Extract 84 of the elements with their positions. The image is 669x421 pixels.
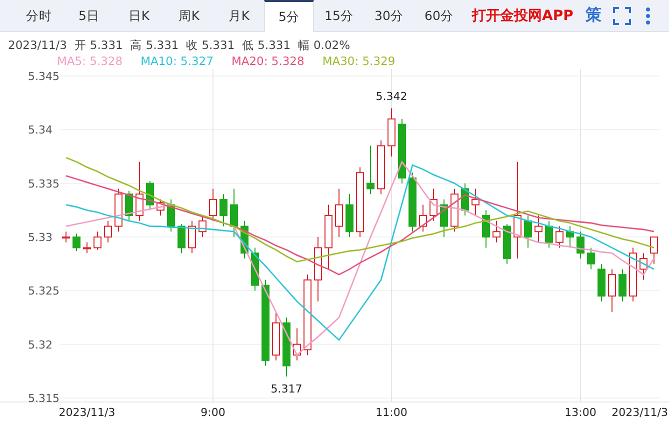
candlestick (324, 204, 332, 270)
candlestick (240, 220, 248, 259)
candlestick (545, 220, 553, 248)
y-axis-label: 5.345 (28, 70, 60, 83)
candlestick (534, 215, 542, 243)
candlestick (629, 247, 637, 302)
period-tab[interactable]: 60分 (414, 0, 464, 31)
moving-average-label: MA10: 5.327 (140, 54, 214, 69)
candlestick (598, 263, 606, 302)
candlestick (114, 188, 122, 232)
candlestick (430, 188, 438, 222)
candlestick (472, 188, 480, 216)
candlestick (156, 198, 164, 216)
candlestick (556, 226, 564, 248)
period-tab[interactable]: 日K (114, 0, 164, 31)
fullscreen-icon[interactable] (613, 6, 632, 24)
candlestick (282, 317, 290, 378)
moving-average-label: MA20: 5.328 (231, 54, 304, 69)
x-axis-label: 13:00 (564, 406, 596, 419)
candlestick (440, 198, 448, 238)
candlestick (62, 231, 70, 243)
candlestick (618, 268, 626, 302)
candlestick (314, 236, 322, 302)
candlestick (104, 220, 112, 243)
period-tab[interactable]: 分时 (14, 0, 64, 31)
candlestick (608, 268, 616, 313)
period-tab[interactable]: 5分 (264, 0, 314, 32)
candlestick (650, 236, 658, 264)
candlestick (566, 226, 574, 248)
candlestick (366, 145, 374, 195)
candlestick (198, 215, 206, 238)
candlestick (136, 161, 144, 222)
candlestick (503, 224, 511, 264)
x-axis-label: 2023/11/3 (612, 406, 668, 419)
candlestick (587, 247, 595, 270)
moving-average-label: MA5: 5.328 (57, 54, 123, 69)
price-info-text: 2023/11/3 开 5.331 高 5.331 收 5.331 低 5.331 幅 0.02% (7, 37, 352, 52)
period-tab[interactable]: 月K (214, 0, 264, 31)
candlestick (419, 204, 427, 232)
candlestick (72, 233, 80, 252)
period-tab[interactable]: 15分 (314, 0, 364, 31)
candlestick (524, 215, 532, 248)
candlestick (398, 118, 406, 184)
period-tab[interactable]: 周K (164, 0, 214, 31)
candlestick (209, 188, 217, 222)
strategy-button[interactable]: 策 (585, 5, 602, 26)
more-icon[interactable] (645, 6, 652, 24)
candlestick (640, 252, 648, 280)
app-download-link[interactable]: 打开金投网APP (472, 6, 574, 24)
candlestick (492, 220, 500, 243)
candlestick (83, 242, 91, 254)
candlestick (461, 182, 469, 216)
candlestick (167, 198, 175, 232)
y-axis-label: 5.335 (28, 177, 60, 190)
candlestick (293, 328, 301, 361)
candlestick (125, 190, 133, 222)
candlestick (94, 231, 102, 250)
candlestick (335, 188, 343, 238)
candlestick (576, 231, 584, 259)
candlestick (272, 312, 280, 361)
price-annotation: 5.342 (376, 90, 408, 104)
y-axis-label: 5.32 (28, 338, 52, 352)
candlestick (346, 194, 354, 238)
y-axis-label: 5.315 (28, 392, 60, 405)
candlestick (356, 166, 364, 238)
candlestick (482, 210, 490, 248)
candlestick (230, 188, 238, 238)
candlestick (450, 188, 458, 232)
x-axis-label: 11:00 (376, 406, 408, 419)
candlestick (388, 108, 396, 157)
moving-average-label: MA30: 5.329 (322, 54, 396, 69)
y-axis-label: 5.325 (28, 284, 60, 298)
y-axis-label: 5.34 (28, 124, 52, 137)
candlestick (408, 172, 416, 232)
y-axis-label: 5.33 (28, 231, 52, 244)
period-tab[interactable]: 30分 (364, 0, 414, 31)
price-annotation: 5.317 (270, 382, 302, 396)
candlestick (377, 140, 385, 195)
x-axis-label: 2023/11/3 (58, 406, 116, 419)
candlestick (220, 194, 228, 227)
period-tab[interactable]: 5日 (64, 0, 114, 31)
candlestick (178, 224, 186, 254)
candlestick (188, 220, 196, 254)
x-axis-label: 9:00 (200, 406, 226, 419)
